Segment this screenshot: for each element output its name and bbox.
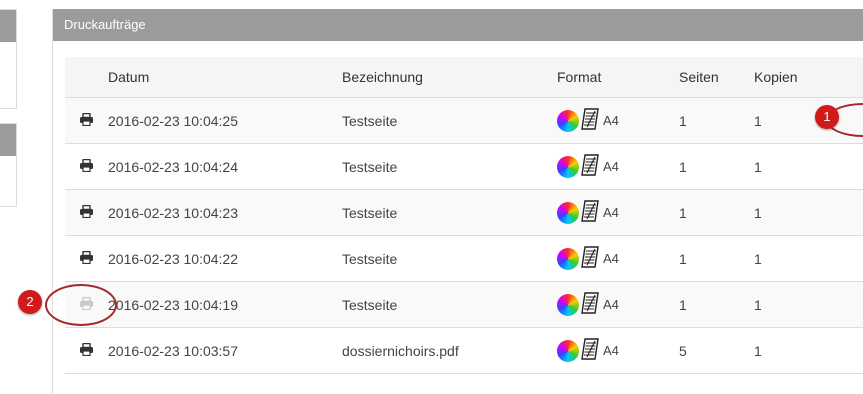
column-header-icon: [65, 57, 108, 98]
job-name: Testseite: [342, 143, 557, 190]
duplex-paper-icon: [581, 292, 599, 317]
format-label: A4: [603, 113, 619, 128]
printer-icon[interactable]: [79, 158, 94, 175]
table-row: 2016-02-23 10:04:22 Testseite A4 1 1: [65, 235, 863, 282]
job-format: A4: [557, 327, 679, 374]
job-name: Testseite: [342, 235, 557, 282]
printer-icon[interactable]: [79, 204, 94, 221]
print-action-cell: [65, 235, 108, 282]
job-copies: 1: [754, 327, 863, 374]
job-format: A4: [557, 97, 679, 144]
job-date: 2016-02-23 10:04:19: [108, 281, 342, 328]
color-wheel-icon: [557, 247, 579, 270]
color-wheel-icon: [557, 293, 579, 316]
job-date: 2016-02-23 10:04:22: [108, 235, 342, 282]
panel-title: Druckaufträge: [53, 9, 863, 41]
callout-badge-1: 1: [815, 105, 839, 129]
duplex-paper-icon: [581, 108, 599, 133]
print-action-cell: [65, 189, 108, 236]
format-label: A4: [603, 343, 619, 358]
job-format: A4: [557, 281, 679, 328]
side-panel-heading: [0, 10, 16, 42]
job-pages: 5: [679, 327, 754, 374]
duplex-paper-icon: [581, 200, 599, 225]
job-pages: 1: [679, 235, 754, 282]
print-action-cell: [65, 327, 108, 374]
printer-icon[interactable]: [79, 250, 94, 267]
side-panel-heading: [0, 124, 16, 156]
table-row: 2016-02-23 10:04:19 Testseite A4 1 1: [65, 281, 863, 328]
job-pages: 1: [679, 281, 754, 328]
job-name: dossiernichoirs.pdf: [342, 327, 557, 374]
column-header-date[interactable]: Datum: [108, 57, 342, 98]
print-jobs-table: Datum Bezeichnung Format Seiten Kopien 2…: [65, 57, 863, 374]
column-header-copies[interactable]: Kopien: [754, 57, 863, 98]
table-row: 2016-02-23 10:04:23 Testseite A4 1 1: [65, 189, 863, 236]
printer-icon[interactable]: [79, 112, 94, 129]
print-action-cell: [65, 143, 108, 190]
job-format: A4: [557, 189, 679, 236]
duplex-paper-icon: [581, 154, 599, 179]
job-name: Testseite: [342, 189, 557, 236]
print-jobs-panel: Druckaufträge Datum Bezeichnung Format S…: [52, 9, 863, 394]
duplex-paper-icon: [581, 246, 599, 271]
print-action-cell: [65, 97, 108, 144]
job-name: Testseite: [342, 281, 557, 328]
job-copies: 1: [754, 281, 863, 328]
highlight-ring-2: [45, 284, 117, 326]
color-wheel-icon: [557, 109, 579, 132]
callout-badge-2: 2: [18, 290, 42, 314]
job-copies: 1: [754, 235, 863, 282]
job-copies: 1: [754, 143, 863, 190]
table-row: 2016-02-23 10:04:24 Testseite A4 1 1: [65, 143, 863, 190]
job-pages: 1: [679, 189, 754, 236]
job-date: 2016-02-23 10:03:57: [108, 327, 342, 374]
job-date: 2016-02-23 10:04:23: [108, 189, 342, 236]
format-label: A4: [603, 251, 619, 266]
job-date: 2016-02-23 10:04:25: [108, 97, 342, 144]
job-copies: 1: [754, 189, 863, 236]
job-date: 2016-02-23 10:04:24: [108, 143, 342, 190]
duplex-paper-icon: [581, 338, 599, 363]
printer-icon[interactable]: [79, 342, 94, 359]
format-label: A4: [603, 205, 619, 220]
color-wheel-icon: [557, 155, 579, 178]
table-row: 2016-02-23 10:03:57 dossiernichoirs.pdf A4…: [65, 327, 863, 374]
column-header-format[interactable]: Format: [557, 57, 679, 98]
side-panel-top: [0, 9, 17, 109]
table-header-row: Datum Bezeichnung Format Seiten Kopien: [65, 57, 863, 98]
side-panel-bottom: [0, 123, 17, 207]
color-wheel-icon: [557, 339, 579, 362]
format-label: A4: [603, 159, 619, 174]
table-row: 2016-02-23 10:04:25 Testseite A4 1 1: [65, 97, 863, 144]
job-format: A4: [557, 143, 679, 190]
job-name: Testseite: [342, 97, 557, 144]
job-format: A4: [557, 235, 679, 282]
color-wheel-icon: [557, 201, 579, 224]
column-header-pages[interactable]: Seiten: [679, 57, 754, 98]
job-pages: 1: [679, 143, 754, 190]
format-label: A4: [603, 297, 619, 312]
column-header-name[interactable]: Bezeichnung: [342, 57, 557, 98]
job-pages: 1: [679, 97, 754, 144]
